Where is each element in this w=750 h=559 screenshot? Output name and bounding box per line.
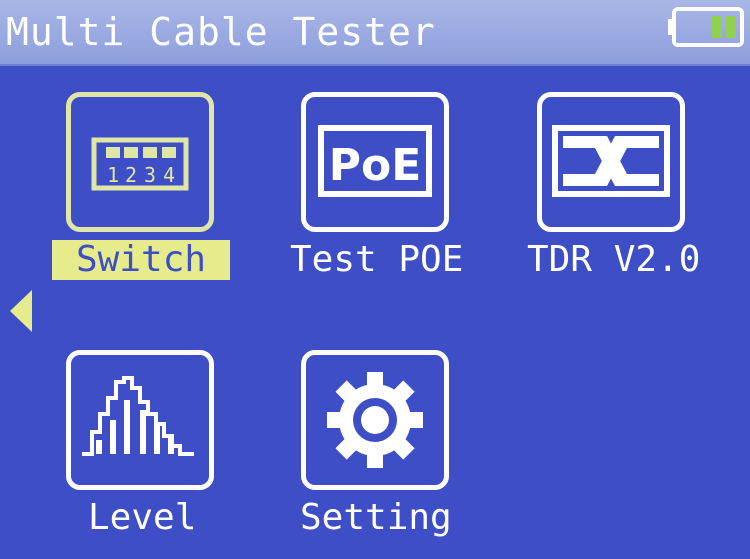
switch-digit-4: 4 [163,163,175,187]
level-icon [82,376,194,456]
poe-text: PoE [329,140,422,191]
switch-digit-1: 1 [107,163,119,187]
title-bar: Multi Cable Tester [0,0,750,66]
test-poe-tile[interactable]: PoE [301,92,449,232]
poe-icon: PoE [318,125,432,197]
setting-label[interactable]: Setting [300,498,452,538]
level-tile[interactable] [66,350,214,490]
battery-icon [668,6,746,48]
gear-icon [327,372,423,468]
tdr-label[interactable]: TDR V2.0 [527,240,700,280]
tdr-tile[interactable] [537,92,685,232]
app-title: Multi Cable Tester [6,10,436,54]
switch-label[interactable]: Switch [52,240,231,280]
test-poe-label[interactable]: Test POE [290,240,463,280]
switch-digit-2: 2 [125,163,137,187]
tdr-icon [552,125,670,197]
switch-tile[interactable]: 1 2 3 4 [66,92,214,232]
setting-tile[interactable] [301,350,449,490]
dip-switch-icon: 1 2 3 4 [91,137,189,191]
level-label[interactable]: Level [88,498,196,538]
left-arrow-icon[interactable] [10,290,32,336]
switch-digit-3: 3 [144,163,156,187]
